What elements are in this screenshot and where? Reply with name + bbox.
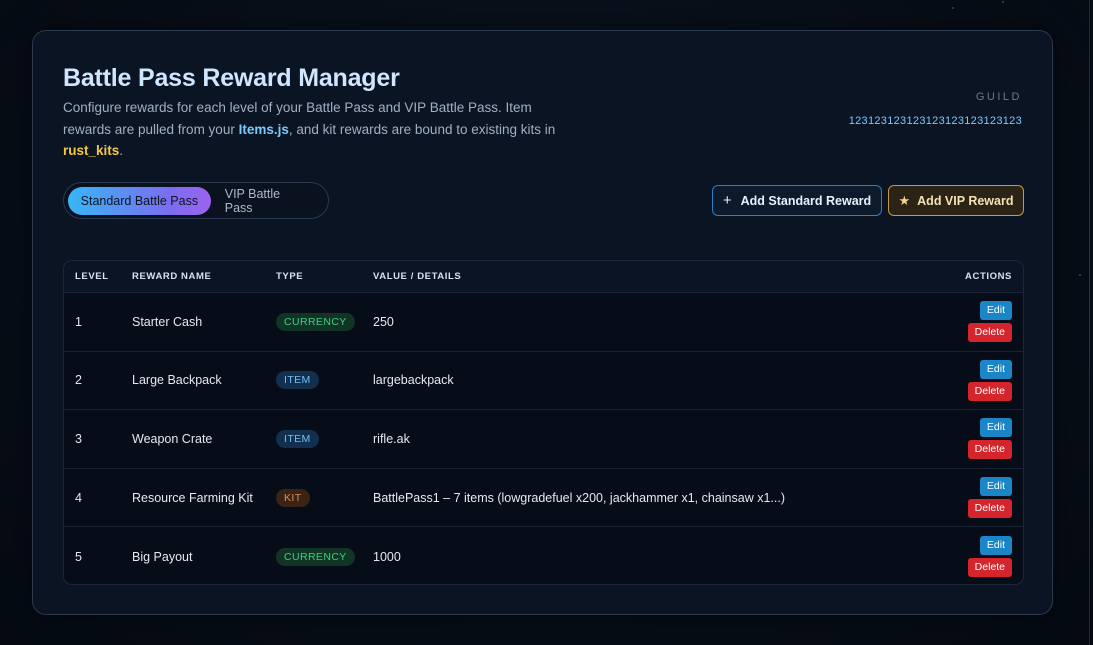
value-cell: 1000 (373, 549, 401, 564)
actions-cell: Edit Delete (913, 359, 1023, 401)
table-row: 4 Resource Farming Kit KIT BattlePass1 –… (64, 469, 1023, 528)
tab-vip-battle-pass[interactable]: VIP Battle Pass (211, 187, 324, 215)
table-row: 3 Weapon Crate ITEM rifle.ak Edit Delete (64, 410, 1023, 469)
desc-text: . (119, 143, 124, 158)
level-cell: 3 (75, 431, 82, 446)
add-vip-reward-button[interactable]: ★ Add VIP Reward (888, 185, 1024, 216)
actions-cell: Edit Delete (913, 536, 1023, 578)
column-header-value: VALUE / DETAILS (373, 271, 462, 282)
add-vip-reward-label: Add VIP Reward (917, 193, 1014, 208)
desc-text: , and kit rewards are bound to existing … (288, 121, 556, 137)
guild-id: 123123123123123123123123123 (848, 115, 1022, 127)
page-title: Battle Pass Reward Manager (63, 64, 400, 92)
table-header: LEVEL REWARD NAME TYPE VALUE / DETAILS A… (64, 261, 1023, 293)
column-header-actions: ACTIONS (965, 271, 1012, 282)
table-row: 5 Big Payout CURRENCY 1000 Edit Delete (64, 527, 1023, 584)
decor-dot (952, 7, 954, 9)
plus-icon: + (722, 192, 732, 209)
kits-table-highlight: rust_kits (63, 143, 120, 158)
reward-manager-panel: Battle Pass Reward Manager Configure rew… (32, 30, 1053, 615)
type-badge: KIT (276, 488, 310, 507)
type-badge: ITEM (276, 371, 319, 390)
page-description: Configure rewards for each level of your… (63, 97, 583, 162)
type-cell: ITEM (276, 429, 373, 448)
edit-button[interactable]: Edit (979, 418, 1012, 438)
level-cell: 2 (75, 373, 82, 388)
delete-button[interactable]: Delete (967, 381, 1012, 401)
add-standard-reward-label: Add Standard Reward (740, 193, 872, 208)
type-cell: KIT (276, 488, 373, 507)
reward-name-cell: Starter Cash (132, 314, 203, 329)
reward-name-cell: Big Payout (132, 549, 193, 564)
type-badge: CURRENCY (276, 547, 355, 566)
column-header-reward-name: REWARD NAME (132, 271, 212, 282)
actions-cell: Edit Delete (913, 477, 1023, 519)
delete-button[interactable]: Delete (967, 323, 1012, 343)
level-cell: 5 (75, 549, 82, 564)
reward-name-cell: Large Backpack (132, 373, 222, 388)
value-cell: largebackpack (373, 373, 454, 388)
tab-standard-battle-pass[interactable]: Standard Battle Pass (68, 186, 211, 215)
edit-button[interactable]: Edit (979, 536, 1012, 556)
table-row: 1 Starter Cash CURRENCY 250 Edit Delete (64, 293, 1023, 352)
table-row: 2 Large Backpack ITEM largebackpack Edit… (64, 352, 1023, 411)
type-cell: ITEM (276, 371, 373, 390)
type-cell: CURRENCY (276, 547, 373, 566)
delete-button[interactable]: Delete (967, 440, 1012, 460)
actions-cell: Edit Delete (913, 418, 1023, 460)
rewards-table: LEVEL REWARD NAME TYPE VALUE / DETAILS A… (63, 260, 1024, 585)
level-cell: 4 (75, 490, 82, 505)
delete-button[interactable]: Delete (967, 558, 1012, 578)
type-badge: ITEM (276, 429, 319, 448)
battle-pass-tabs: Standard Battle Pass VIP Battle Pass (63, 182, 329, 219)
value-cell: BattlePass1 – 7 items (lowgradefuel x200… (373, 490, 785, 505)
reward-name-cell: Weapon Crate (132, 431, 213, 446)
actions-cell: Edit Delete (913, 301, 1023, 343)
guild-label: GUILD (975, 91, 1022, 103)
table-body: 1 Starter Cash CURRENCY 250 Edit Delete … (64, 293, 1023, 584)
value-cell: rifle.ak (373, 431, 410, 446)
type-cell: CURRENCY (276, 312, 373, 331)
add-standard-reward-button[interactable]: + Add Standard Reward (712, 185, 882, 216)
items-file-highlight: Items.js (238, 121, 289, 137)
decor-dot (1002, 1, 1004, 3)
value-cell: 250 (373, 314, 394, 329)
edge-line (1089, 0, 1090, 645)
type-badge: CURRENCY (276, 312, 355, 331)
edit-button[interactable]: Edit (979, 301, 1012, 321)
column-header-level: LEVEL (75, 271, 109, 282)
decor-dot (1079, 274, 1081, 276)
delete-button[interactable]: Delete (967, 499, 1012, 519)
column-header-type: TYPE (276, 271, 304, 282)
edit-button[interactable]: Edit (979, 477, 1012, 497)
star-icon: ★ (898, 192, 911, 208)
edit-button[interactable]: Edit (979, 359, 1012, 379)
level-cell: 1 (75, 314, 82, 329)
reward-name-cell: Resource Farming Kit (132, 490, 253, 505)
